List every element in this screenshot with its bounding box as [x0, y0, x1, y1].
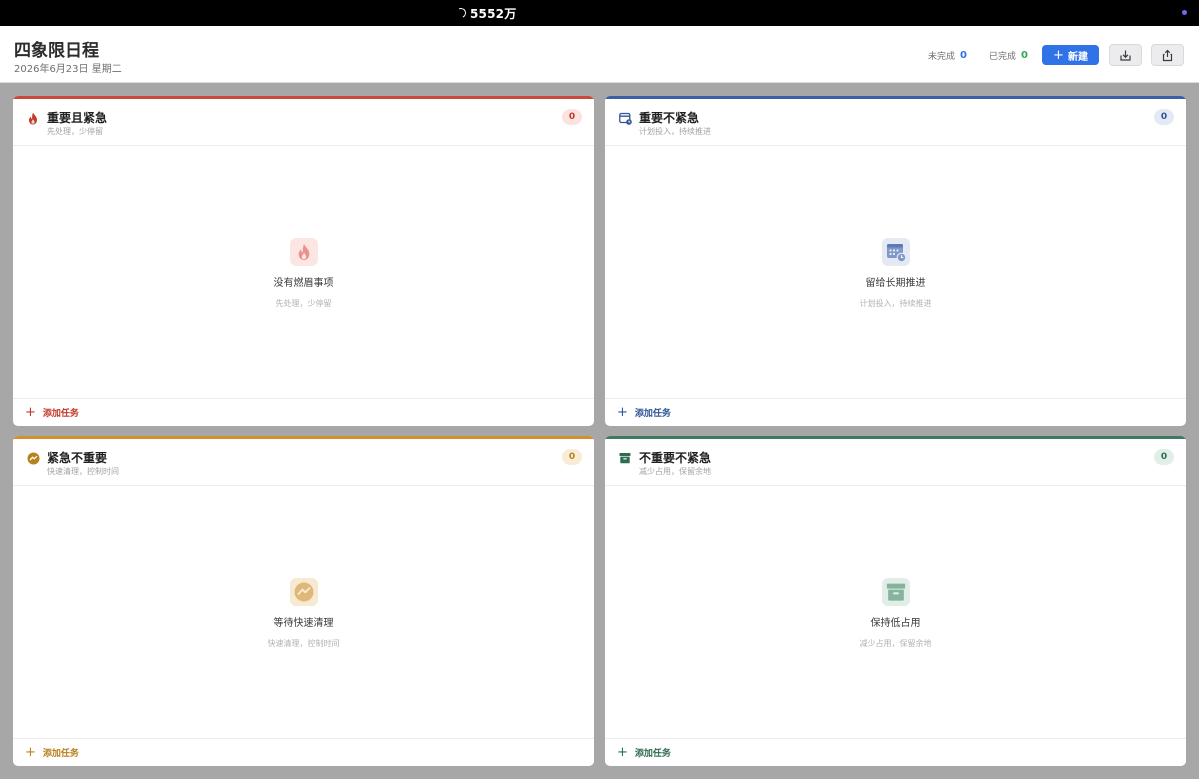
bolt-circle-icon	[289, 578, 318, 606]
fire-icon	[289, 238, 318, 266]
quadrant-subtitle: 计划投入，持续推进	[639, 127, 711, 136]
quadrant-count-badge: 0	[562, 449, 582, 465]
pending-count: 0	[960, 50, 967, 61]
quadrant-important-not-urgent: 重要不紧急 计划投入，持续推进 0 留给长期推进 计划投入，持续推进 + 添加任…	[605, 96, 1186, 426]
empty-title: 没有燃眉事项	[273, 278, 334, 289]
plus-icon: +	[25, 405, 36, 420]
archive-box-icon	[881, 578, 910, 606]
empty-subtitle: 快速清理，控制时间	[267, 639, 340, 648]
add-task-button[interactable]: + 添加任务	[13, 398, 594, 426]
plus-icon: +	[617, 405, 628, 420]
quadrant-title: 重要且紧急	[47, 111, 108, 125]
share-icon	[1162, 49, 1173, 61]
empty-title: 保持低占用	[870, 618, 921, 629]
add-task-button[interactable]: + 添加任务	[605, 738, 1186, 766]
page-title: 四象限日程	[14, 41, 99, 61]
add-task-button[interactable]: + 添加任务	[605, 398, 1186, 426]
status-dot-icon	[1182, 10, 1187, 15]
quadrant-header: 重要不紧急 计划投入，持续推进 0	[605, 99, 1186, 146]
fire-icon	[26, 111, 40, 125]
quadrant-header: 重要且紧急 先处理，少停留 0	[13, 99, 594, 146]
page-date: 2026年6月23日 星期二	[14, 64, 122, 75]
quadrant-subtitle: 减少占用，保留余地	[639, 467, 711, 476]
done-count: 0	[1021, 50, 1028, 61]
quadrant-title: 紧急不重要	[47, 451, 108, 465]
quadrant-urgent-not-important: 紧急不重要 快速清理，控制时间 0 等待快速清理 快速清理，控制时间 + 添加任…	[13, 436, 594, 766]
plus-icon: +	[25, 745, 36, 760]
tray-download-icon	[1120, 50, 1131, 61]
add-task-button[interactable]: + 添加任务	[13, 738, 594, 766]
plus-icon: +	[1053, 47, 1064, 63]
quadrant-not-important-not-urgent: 不重要不紧急 减少占用，保留余地 0 保持低占用 减少占用，保留余地 + 添加任…	[605, 436, 1186, 766]
status-indicator: 5552万	[454, 5, 517, 21]
quadrant-important-urgent: 重要且紧急 先处理，少停留 0 没有燃眉事项 先处理，少停留 + 添加任务	[13, 96, 594, 426]
archive-box-icon	[618, 451, 632, 465]
empty-subtitle: 先处理，少停留	[275, 299, 332, 308]
empty-state: 等待快速清理 快速清理，控制时间	[13, 578, 594, 649]
new-button[interactable]: + 新建	[1042, 45, 1099, 65]
add-task-label: 添加任务	[42, 749, 79, 759]
quadrant-title: 不重要不紧急	[639, 451, 712, 465]
new-button-label: 新建	[1067, 51, 1088, 63]
quadrant-subtitle: 先处理，少停留	[47, 127, 103, 136]
quadrant-count-badge: 0	[562, 109, 582, 125]
plus-icon: +	[617, 745, 628, 760]
calendar-clock-icon	[881, 238, 910, 266]
pending-label: 未完成	[928, 52, 956, 62]
quadrant-title: 重要不紧急	[639, 111, 700, 125]
status-text: 5552万	[470, 6, 517, 21]
quadrant-header: 不重要不紧急 减少占用，保留余地 0	[605, 439, 1186, 486]
import-button[interactable]	[1109, 44, 1142, 66]
quadrant-count-badge: 0	[1154, 449, 1174, 465]
done-stat: 已完成 0	[989, 49, 1028, 62]
loading-spinner-icon	[454, 6, 468, 20]
empty-state: 保持低占用 减少占用，保留余地	[605, 578, 1186, 649]
empty-subtitle: 减少占用，保留余地	[859, 639, 932, 648]
add-task-label: 添加任务	[42, 409, 79, 419]
empty-title: 留给长期推进	[865, 278, 926, 289]
empty-state: 没有燃眉事项 先处理，少停留	[13, 238, 594, 309]
calendar-clock-icon	[618, 111, 632, 125]
quadrant-header: 紧急不重要 快速清理，控制时间 0	[13, 439, 594, 486]
add-task-label: 添加任务	[634, 749, 671, 759]
empty-state: 留给长期推进 计划投入，持续推进	[605, 238, 1186, 309]
app-header: 四象限日程 2026年6月23日 星期二 未完成 0 已完成 0 + 新建	[0, 26, 1199, 83]
share-button[interactable]	[1151, 44, 1184, 66]
add-task-label: 添加任务	[634, 409, 671, 419]
status-bar: 5552万	[0, 0, 1199, 26]
quadrant-subtitle: 快速清理，控制时间	[47, 467, 119, 476]
pending-stat: 未完成 0	[928, 49, 967, 62]
empty-title: 等待快速清理	[273, 618, 334, 629]
quadrant-count-badge: 0	[1154, 109, 1174, 125]
bolt-circle-icon	[26, 451, 40, 465]
empty-subtitle: 计划投入，持续推进	[859, 299, 932, 308]
done-label: 已完成	[989, 52, 1017, 62]
